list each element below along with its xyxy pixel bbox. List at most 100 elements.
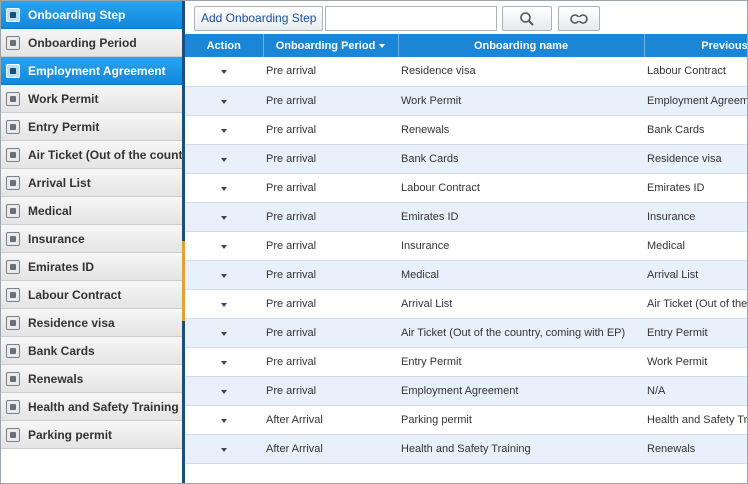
- previous-cell: Work Permit: [644, 347, 747, 377]
- period-cell: Pre arrival: [263, 57, 398, 87]
- period-cell: Pre arrival: [263, 318, 398, 348]
- sidebar-item[interactable]: Residence visa: [1, 309, 182, 337]
- action-cell[interactable]: [185, 289, 263, 319]
- action-cell[interactable]: [185, 376, 263, 406]
- name-cell: Employment Agreement: [398, 376, 644, 406]
- table-row[interactable]: Pre arrival Residence visa Labour Contract: [185, 57, 747, 87]
- action-dropdown-icon[interactable]: [221, 70, 227, 75]
- header-onboarding-name[interactable]: Onboarding name: [398, 34, 645, 57]
- sidebar-item[interactable]: Parking permit: [1, 421, 182, 449]
- action-dropdown-icon[interactable]: [221, 215, 227, 220]
- sidebar-item[interactable]: Insurance: [1, 225, 182, 253]
- medical-icon: [6, 203, 20, 218]
- table-row[interactable]: Pre arrival Emirates ID Insurance: [185, 202, 747, 232]
- safety-icon: [6, 399, 20, 414]
- action-cell[interactable]: [185, 202, 263, 232]
- sidebar-item[interactable]: Air Ticket (Out of the country, coming w…: [1, 141, 182, 169]
- header-onboarding-period[interactable]: Onboarding Period: [263, 34, 399, 57]
- action-dropdown-icon[interactable]: [221, 447, 227, 452]
- sidebar-item[interactable]: Labour Contract: [1, 281, 182, 309]
- action-dropdown-icon[interactable]: [221, 157, 227, 162]
- name-cell: Emirates ID: [398, 202, 644, 232]
- table-row[interactable]: Pre arrival Labour Contract Emirates ID: [185, 173, 747, 203]
- action-dropdown-icon[interactable]: [221, 99, 227, 104]
- name-cell: Residence visa: [398, 57, 644, 87]
- period-cell: Pre arrival: [263, 115, 398, 145]
- table-row[interactable]: Pre arrivalWork PermitEmployment Agreeme…: [185, 86, 747, 116]
- sidebar-item[interactable]: Employment Agreement: [1, 57, 182, 85]
- action-dropdown-icon[interactable]: [221, 244, 227, 249]
- user-gear-icon: [6, 7, 20, 22]
- action-dropdown-icon[interactable]: [221, 418, 227, 423]
- header-name-label: Onboarding name: [473, 39, 569, 52]
- period-cell: After Arrival: [263, 405, 398, 435]
- id-card-icon: [6, 35, 20, 50]
- table-row[interactable]: Pre arrival Medical Arrival List: [185, 260, 747, 290]
- header-action: Action: [185, 34, 264, 57]
- header-action-label: Action: [206, 39, 241, 52]
- sidebar-item-label: Onboarding Period: [28, 35, 137, 50]
- search-input[interactable]: [325, 6, 497, 31]
- action-cell[interactable]: [185, 347, 263, 377]
- sidebar-item[interactable]: Emirates ID: [1, 253, 182, 281]
- sidebar-item-label: Work Permit: [28, 91, 99, 106]
- sidebar-item[interactable]: Entry Permit: [1, 113, 182, 141]
- sidebar-item-label: Residence visa: [28, 315, 115, 330]
- period-cell: Pre arrival: [263, 289, 398, 319]
- header-previous[interactable]: Previous: [644, 34, 747, 57]
- action-dropdown-icon[interactable]: [221, 389, 227, 394]
- table-row[interactable]: Pre arrival Arrival List Air Ticket (Out o…: [185, 289, 747, 319]
- table-row[interactable]: After Arrival Parking permit Health and Sa…: [185, 405, 747, 435]
- action-dropdown-icon[interactable]: [221, 331, 227, 336]
- magnifier-icon: [520, 11, 534, 26]
- renewal-icon: [6, 371, 20, 386]
- sidebar-item[interactable]: Arrival List: [1, 169, 182, 197]
- action-cell[interactable]: [185, 57, 263, 87]
- sidebar-item-label: Entry Permit: [28, 119, 100, 134]
- previous-cell: Bank Cards: [644, 115, 747, 145]
- sidebar-item[interactable]: Onboarding Period: [1, 29, 182, 57]
- sidebar-item[interactable]: Work Permit: [1, 85, 182, 113]
- sidebar-item[interactable]: Renewals: [1, 365, 182, 393]
- action-cell[interactable]: [185, 434, 263, 464]
- action-dropdown-icon[interactable]: [221, 360, 227, 365]
- name-cell: Bank Cards: [398, 144, 644, 174]
- previous-cell: N/A: [644, 376, 747, 406]
- arrival-icon: [6, 175, 20, 190]
- action-dropdown-icon[interactable]: [221, 128, 227, 133]
- sidebar-item[interactable]: Bank Cards: [1, 337, 182, 365]
- action-cell[interactable]: [185, 318, 263, 348]
- sidebar-item-label: Insurance: [28, 231, 85, 246]
- table-row[interactable]: Pre arrival Entry Permit Work Permit: [185, 347, 747, 377]
- name-cell: Insurance: [398, 231, 644, 261]
- name-cell: Parking permit: [398, 405, 644, 435]
- sidebar: Onboarding Step Onboarding Period Employme…: [1, 1, 182, 483]
- action-dropdown-icon[interactable]: [221, 273, 227, 278]
- header-period-label: Onboarding Period: [275, 39, 376, 52]
- sidebar-item[interactable]: Health and Safety Training: [1, 393, 182, 421]
- action-cell[interactable]: [185, 86, 263, 116]
- sidebar-item-label: Health and Safety Training: [28, 399, 179, 414]
- table-row[interactable]: Pre arrival Air Ticket (Out of the countr…: [185, 318, 747, 348]
- table-row[interactable]: Pre arrival Bank Cards Residence visa: [185, 144, 747, 174]
- action-cell[interactable]: [185, 405, 263, 435]
- action-cell[interactable]: [185, 260, 263, 290]
- sidebar-item[interactable]: Medical: [1, 197, 182, 225]
- action-cell[interactable]: [185, 173, 263, 203]
- table-row[interactable]: Pre arrival Insurance Medical: [185, 231, 747, 261]
- table-row[interactable]: Pre arrival Renewals Bank Cards: [185, 115, 747, 145]
- action-cell[interactable]: [185, 231, 263, 261]
- header-previous-label: Previous: [701, 39, 747, 52]
- sidebar-item[interactable]: Onboarding Step: [1, 1, 182, 29]
- action-dropdown-icon[interactable]: [221, 302, 227, 307]
- table-row[interactable]: After Arrival Health and Safety Training R…: [185, 434, 747, 464]
- action-cell[interactable]: [185, 144, 263, 174]
- table-row[interactable]: Pre arrival Employment Agreement N/A: [185, 376, 747, 406]
- add-onboarding-step-button[interactable]: Add Onboarding Step: [194, 6, 324, 31]
- sort-desc-icon: [379, 43, 386, 48]
- reset-button[interactable]: [558, 6, 600, 31]
- action-dropdown-icon[interactable]: [221, 186, 227, 191]
- table-header-row: Action Onboarding Period Onboarding name…: [185, 34, 747, 57]
- search-button[interactable]: [502, 6, 552, 31]
- action-cell[interactable]: [185, 115, 263, 145]
